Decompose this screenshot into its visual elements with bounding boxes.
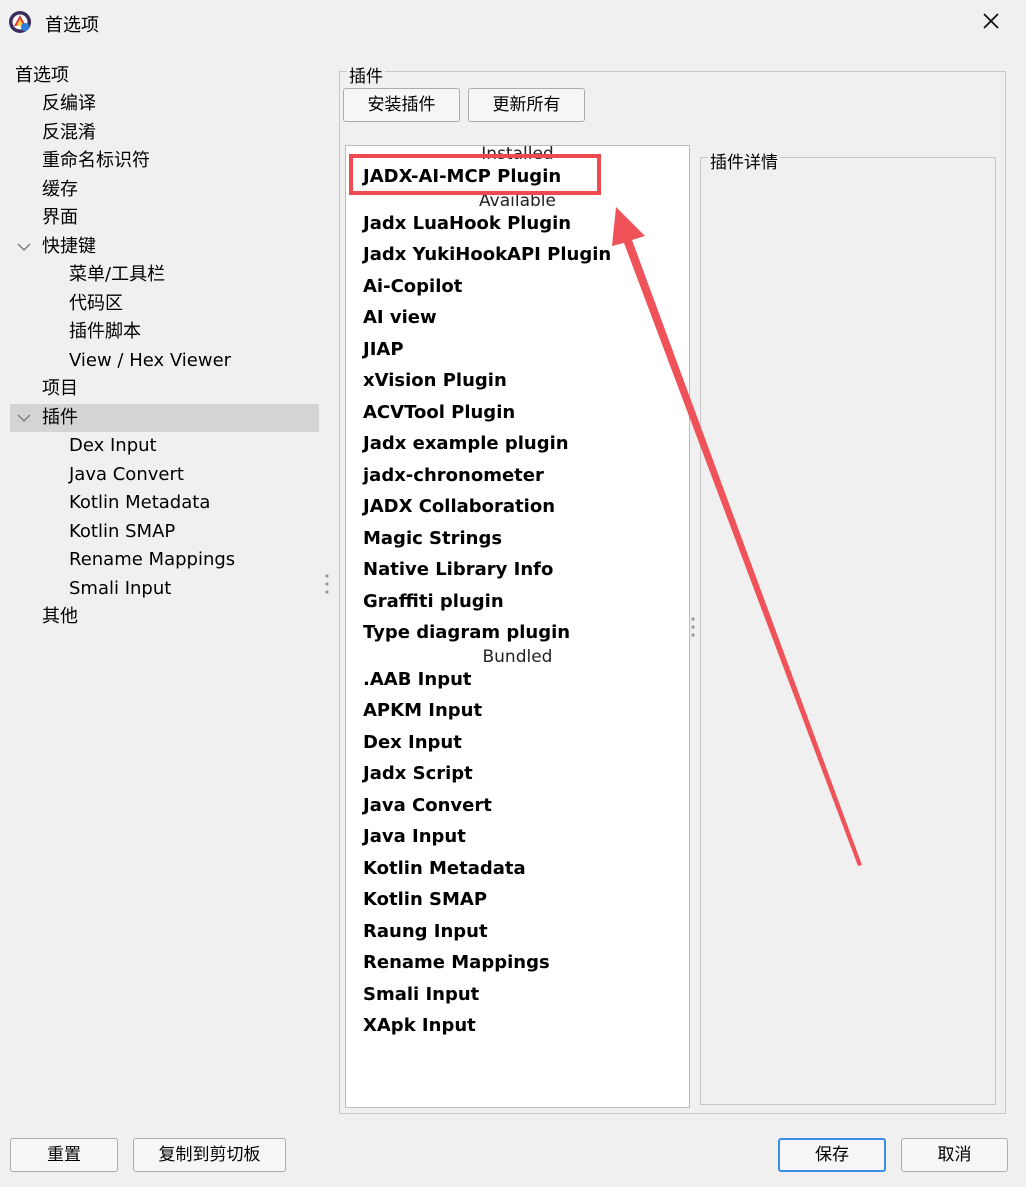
tree-item-label: 首选项 [15,65,69,86]
jadx-logo-icon [9,11,31,33]
tree-item-label: Rename Mappings [69,549,236,570]
plugin-item-available[interactable]: JIAP [363,339,404,360]
plugin-item-available[interactable]: jadx-chronometer [363,465,544,486]
window-title: 首选项 [45,15,99,36]
update-all-button[interactable]: 更新所有 [468,88,585,122]
tree-item-label: 插件 [42,407,78,428]
tree-item-cache[interactable]: 缓存 [10,176,319,204]
plugin-item-bundled[interactable]: Java Input [363,826,466,847]
tree-item-label: 反混淆 [42,122,96,143]
plugin-item-available[interactable]: AI view [363,307,437,328]
install-plugin-button[interactable]: 安装插件 [343,88,460,122]
plugin-item-bundled[interactable]: Kotlin Metadata [363,858,526,879]
plugin-item-bundled[interactable]: Dex Input [363,732,462,753]
section-header-bundled: Bundled [482,647,553,667]
tree-item-label: 代码区 [69,293,123,314]
plugin-item-available[interactable]: Jadx example plugin [363,433,569,454]
settings-tree: 首选项 反编译 反混淆 重命名标识符 缓存 界面 快捷键 菜单/工具栏 代码区 … [10,62,319,1118]
tree-item-label: 反编译 [42,93,96,114]
tree-item-label: 项目 [42,378,78,399]
tree-item-label: Kotlin Metadata [69,492,211,513]
plugin-item-available[interactable]: Type diagram plugin [363,622,570,643]
title-bar: 首选项 [0,0,1026,46]
tree-item-label: Smali Input [69,578,172,599]
plugin-item-bundled[interactable]: Smali Input [363,984,479,1005]
sidebar-splitter-handle[interactable] [325,573,329,595]
chevron-down-icon[interactable] [16,411,32,425]
tree-item-plugins[interactable]: 插件 [10,404,319,432]
tree-item-label: View / Hex Viewer [69,350,232,371]
plugin-item-available[interactable]: Ai-Copilot [363,276,462,297]
close-icon [983,13,999,29]
plugin-item-available[interactable]: ACVTool Plugin [363,402,515,423]
tree-item-menu-toolbar[interactable]: 菜单/工具栏 [10,261,319,289]
tree-item-label: 缓存 [42,179,78,200]
tree-item-deobfuscation[interactable]: 反混淆 [10,119,319,147]
plugin-details-panel [700,157,996,1105]
chevron-down-icon[interactable] [16,240,32,254]
save-button[interactable]: 保存 [778,1138,886,1172]
tree-item-label: 界面 [42,207,78,228]
tree-item-interface[interactable]: 界面 [10,204,319,232]
cancel-button[interactable]: 取消 [901,1138,1008,1172]
tree-item-label: Kotlin SMAP [69,521,176,542]
plugin-item-bundled[interactable]: .AAB Input [363,669,472,690]
tree-item-code-area[interactable]: 代码区 [10,290,319,318]
plugin-item-available[interactable]: xVision Plugin [363,370,507,391]
tree-item-preferences[interactable]: 首选项 [10,62,319,90]
tree-item-hex-viewer[interactable]: View / Hex Viewer [10,347,319,375]
tree-item-label: 快捷键 [42,236,96,257]
plugin-item-available[interactable]: Graffiti plugin [363,591,504,612]
plugin-item-bundled[interactable]: Jadx Script [363,763,473,784]
tree-item-decompile[interactable]: 反编译 [10,90,319,118]
plugin-list[interactable]: Installed JADX-AI-MCP Plugin Available J… [345,144,690,1108]
plugin-item-bundled[interactable]: Rename Mappings [363,952,550,973]
tree-item-smali-input[interactable]: Smali Input [10,575,319,603]
plugin-item-bundled[interactable]: APKM Input [363,700,482,721]
tree-item-shortcuts[interactable]: 快捷键 [10,233,319,261]
plugins-group-title: 插件 [347,62,385,87]
tree-item-plugin-scripts[interactable]: 插件脚本 [10,318,319,346]
plugin-item-bundled[interactable]: Kotlin SMAP [363,889,487,910]
plugin-item-bundled[interactable]: XApk Input [363,1015,476,1036]
tree-item-kotlin-metadata[interactable]: Kotlin Metadata [10,489,319,517]
tree-item-project[interactable]: 项目 [10,375,319,403]
tree-item-label: 重命名标识符 [42,150,150,171]
tree-item-dex-input[interactable]: Dex Input [10,432,319,460]
tree-item-label: Java Convert [69,464,184,485]
reset-button[interactable]: 重置 [10,1138,118,1172]
plugin-item-available[interactable]: Jadx YukiHookAPI Plugin [363,244,611,265]
tree-item-label: 菜单/工具栏 [69,264,166,285]
tree-item-label: Dex Input [69,435,157,456]
tree-item-rename-mappings[interactable]: Rename Mappings [10,546,319,574]
annotation-highlight-box [349,154,601,195]
tree-item-java-convert[interactable]: Java Convert [10,461,319,489]
copy-to-clipboard-button[interactable]: 复制到剪切板 [133,1138,286,1172]
plugin-item-available[interactable]: Magic Strings [363,528,502,549]
plugin-item-available[interactable]: Native Library Info [363,559,553,580]
tree-item-kotlin-smap[interactable]: Kotlin SMAP [10,518,319,546]
plugin-details-title: 插件详情 [708,148,780,173]
tree-item-label: 其他 [42,606,78,627]
plugin-item-available[interactable]: Jadx LuaHook Plugin [363,213,571,234]
close-button[interactable] [972,6,1010,38]
tree-item-rename-identifiers[interactable]: 重命名标识符 [10,147,319,175]
tree-item-label: 插件脚本 [69,321,141,342]
plugin-item-bundled[interactable]: Raung Input [363,921,488,942]
tree-item-other[interactable]: 其他 [10,603,319,631]
plugin-item-bundled[interactable]: Java Convert [363,795,492,816]
plugin-item-available[interactable]: JADX Collaboration [363,496,555,517]
